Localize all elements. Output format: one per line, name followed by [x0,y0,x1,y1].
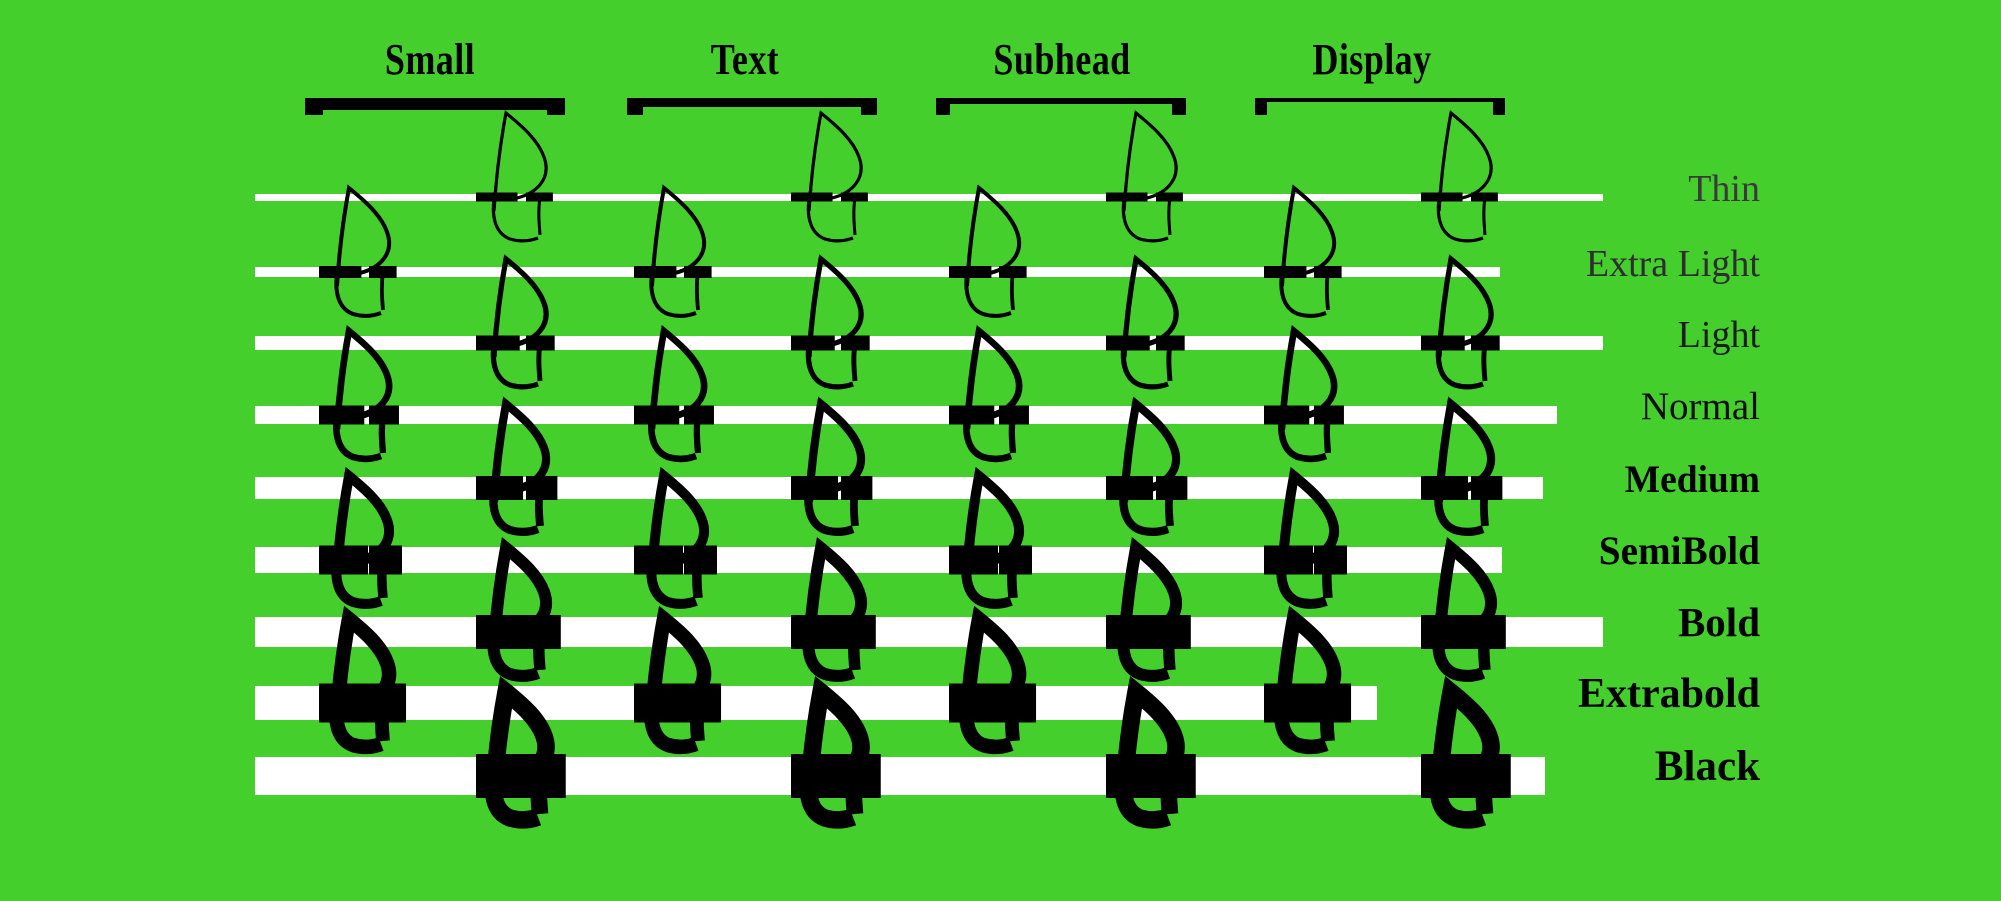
glyph-r-svg [1106,110,1183,243]
bracket-cap-l [936,98,950,115]
specimen-glyph [1090,93,1210,263]
specimen-glyph [618,599,738,769]
glyph-r-svg [791,675,881,829]
specimen-glyph [775,93,895,263]
specimen-glyph [460,93,580,263]
specimen-glyph [1090,672,1210,842]
bracket-cap-l [305,98,323,115]
glyph-r-svg [476,675,566,829]
bracket-cap-l [627,98,643,115]
column-header-display: Display [1312,35,1432,84]
glyph-r-svg [319,605,407,755]
specimen-glyph [460,672,580,842]
column-header-small: Small [384,35,476,84]
weight-label-black: Black [1654,743,1760,791]
glyph-r-svg [1106,675,1196,829]
specimen-glyph [775,672,895,842]
glyph-r-svg [476,110,553,243]
column-header-text: Text [710,35,780,84]
specimen-glyph [303,599,423,769]
bracket-cap-l [1255,98,1267,115]
specimen-glyph [933,599,1053,769]
glyph-r-svg [634,605,722,755]
glyph-r-svg [949,605,1037,755]
column-header-subhead: Subhead [993,35,1131,84]
glyph-r-svg [791,110,868,243]
specimen-canvas: Small Text Subhead Display Thin Extra Light Li… [0,0,2001,901]
